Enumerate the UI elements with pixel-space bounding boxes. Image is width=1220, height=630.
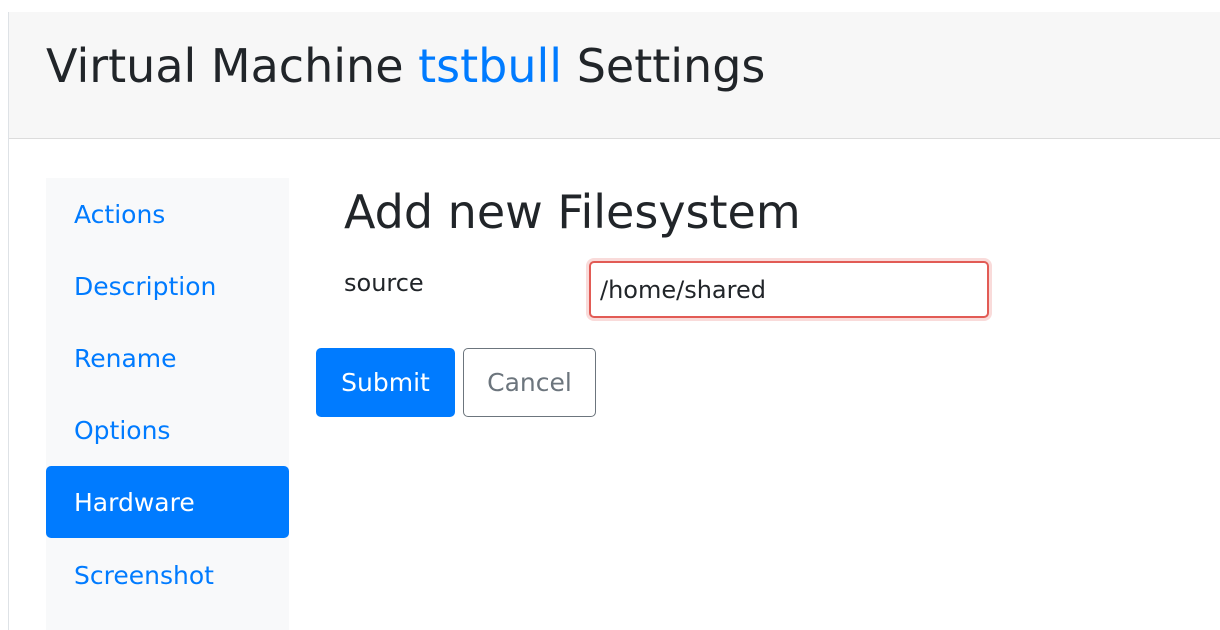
- page-header: Virtual Machine tstbull Settings: [9, 12, 1220, 139]
- sidebar-item-actions[interactable]: Actions: [46, 178, 289, 250]
- sidebar-item-screenshot[interactable]: Screenshot: [46, 539, 289, 611]
- submit-button[interactable]: Submit: [316, 348, 455, 417]
- source-label: source: [344, 269, 424, 297]
- title-suffix: Settings: [576, 39, 766, 93]
- title-prefix: Virtual Machine: [46, 39, 404, 93]
- sidebar-item-description[interactable]: Description: [46, 250, 289, 322]
- sidebar-item-rename[interactable]: Rename: [46, 322, 289, 394]
- page-title: Virtual Machine tstbull Settings: [46, 38, 765, 94]
- form-title: Add new Filesystem: [344, 185, 801, 239]
- cancel-button[interactable]: Cancel: [463, 348, 596, 417]
- sidebar-item-hardware[interactable]: Hardware: [46, 466, 289, 538]
- settings-page: Virtual Machine tstbull Settings Actions…: [8, 12, 1220, 630]
- vm-name: tstbull: [418, 39, 563, 93]
- settings-sidebar: Actions Description Rename Options Hardw…: [46, 178, 289, 630]
- sidebar-item-options[interactable]: Options: [46, 394, 289, 466]
- source-input[interactable]: [589, 261, 989, 318]
